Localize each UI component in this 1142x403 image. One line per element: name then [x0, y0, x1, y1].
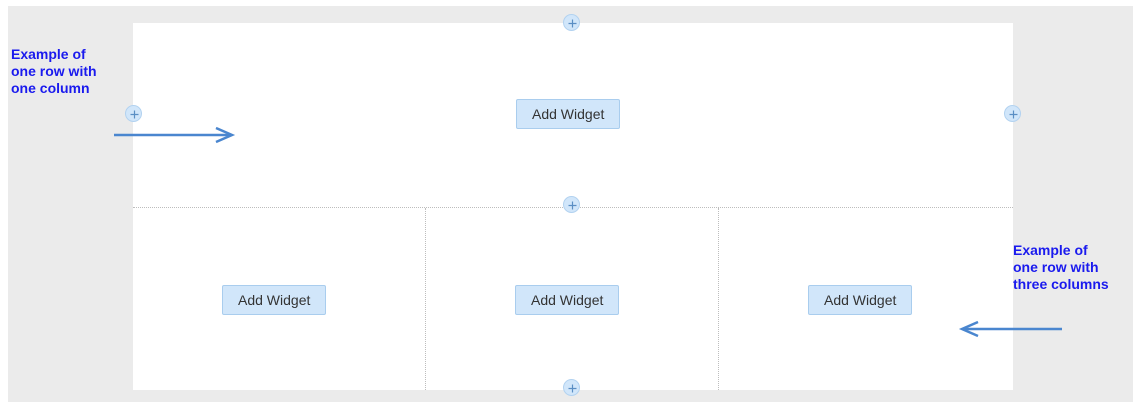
annotation-line: Example of	[11, 46, 86, 62]
arrow-right-icon	[114, 126, 236, 144]
layout-column: Add Widget	[426, 208, 719, 390]
add-column-right-button[interactable]	[1004, 105, 1021, 122]
plus-icon	[1009, 110, 1018, 119]
layout-column: Add Widget	[719, 208, 1013, 390]
plus-icon	[568, 201, 577, 210]
annotation-line: three columns	[1013, 276, 1109, 292]
layout-column: Add Widget	[133, 23, 1013, 207]
add-row-below-button[interactable]	[563, 379, 580, 396]
annotation-three-columns: Example of one row with three columns	[1013, 242, 1109, 293]
annotation-line: one row with	[1013, 259, 1099, 275]
annotation-line: one row with	[11, 63, 97, 79]
layout-row-three-columns: Add Widget Add Widget Add Widget	[133, 208, 1013, 390]
annotation-one-column: Example of one row with one column	[11, 46, 97, 97]
add-widget-button[interactable]: Add Widget	[222, 285, 327, 315]
arrow-left-icon	[958, 320, 1062, 338]
add-column-left-button[interactable]	[125, 105, 142, 122]
layout-row-one-column: Add Widget	[133, 23, 1013, 208]
add-widget-button[interactable]: Add Widget	[515, 285, 620, 315]
layout-column: Add Widget	[133, 208, 426, 390]
add-row-above-button[interactable]	[563, 14, 580, 31]
plus-icon	[568, 19, 577, 28]
add-widget-button[interactable]: Add Widget	[808, 285, 913, 315]
add-row-between-button[interactable]	[563, 196, 580, 213]
annotation-line: one column	[11, 80, 90, 96]
plus-icon	[568, 384, 577, 393]
add-widget-button[interactable]: Add Widget	[516, 99, 621, 129]
plus-icon	[130, 110, 139, 119]
annotation-line: Example of	[1013, 242, 1088, 258]
